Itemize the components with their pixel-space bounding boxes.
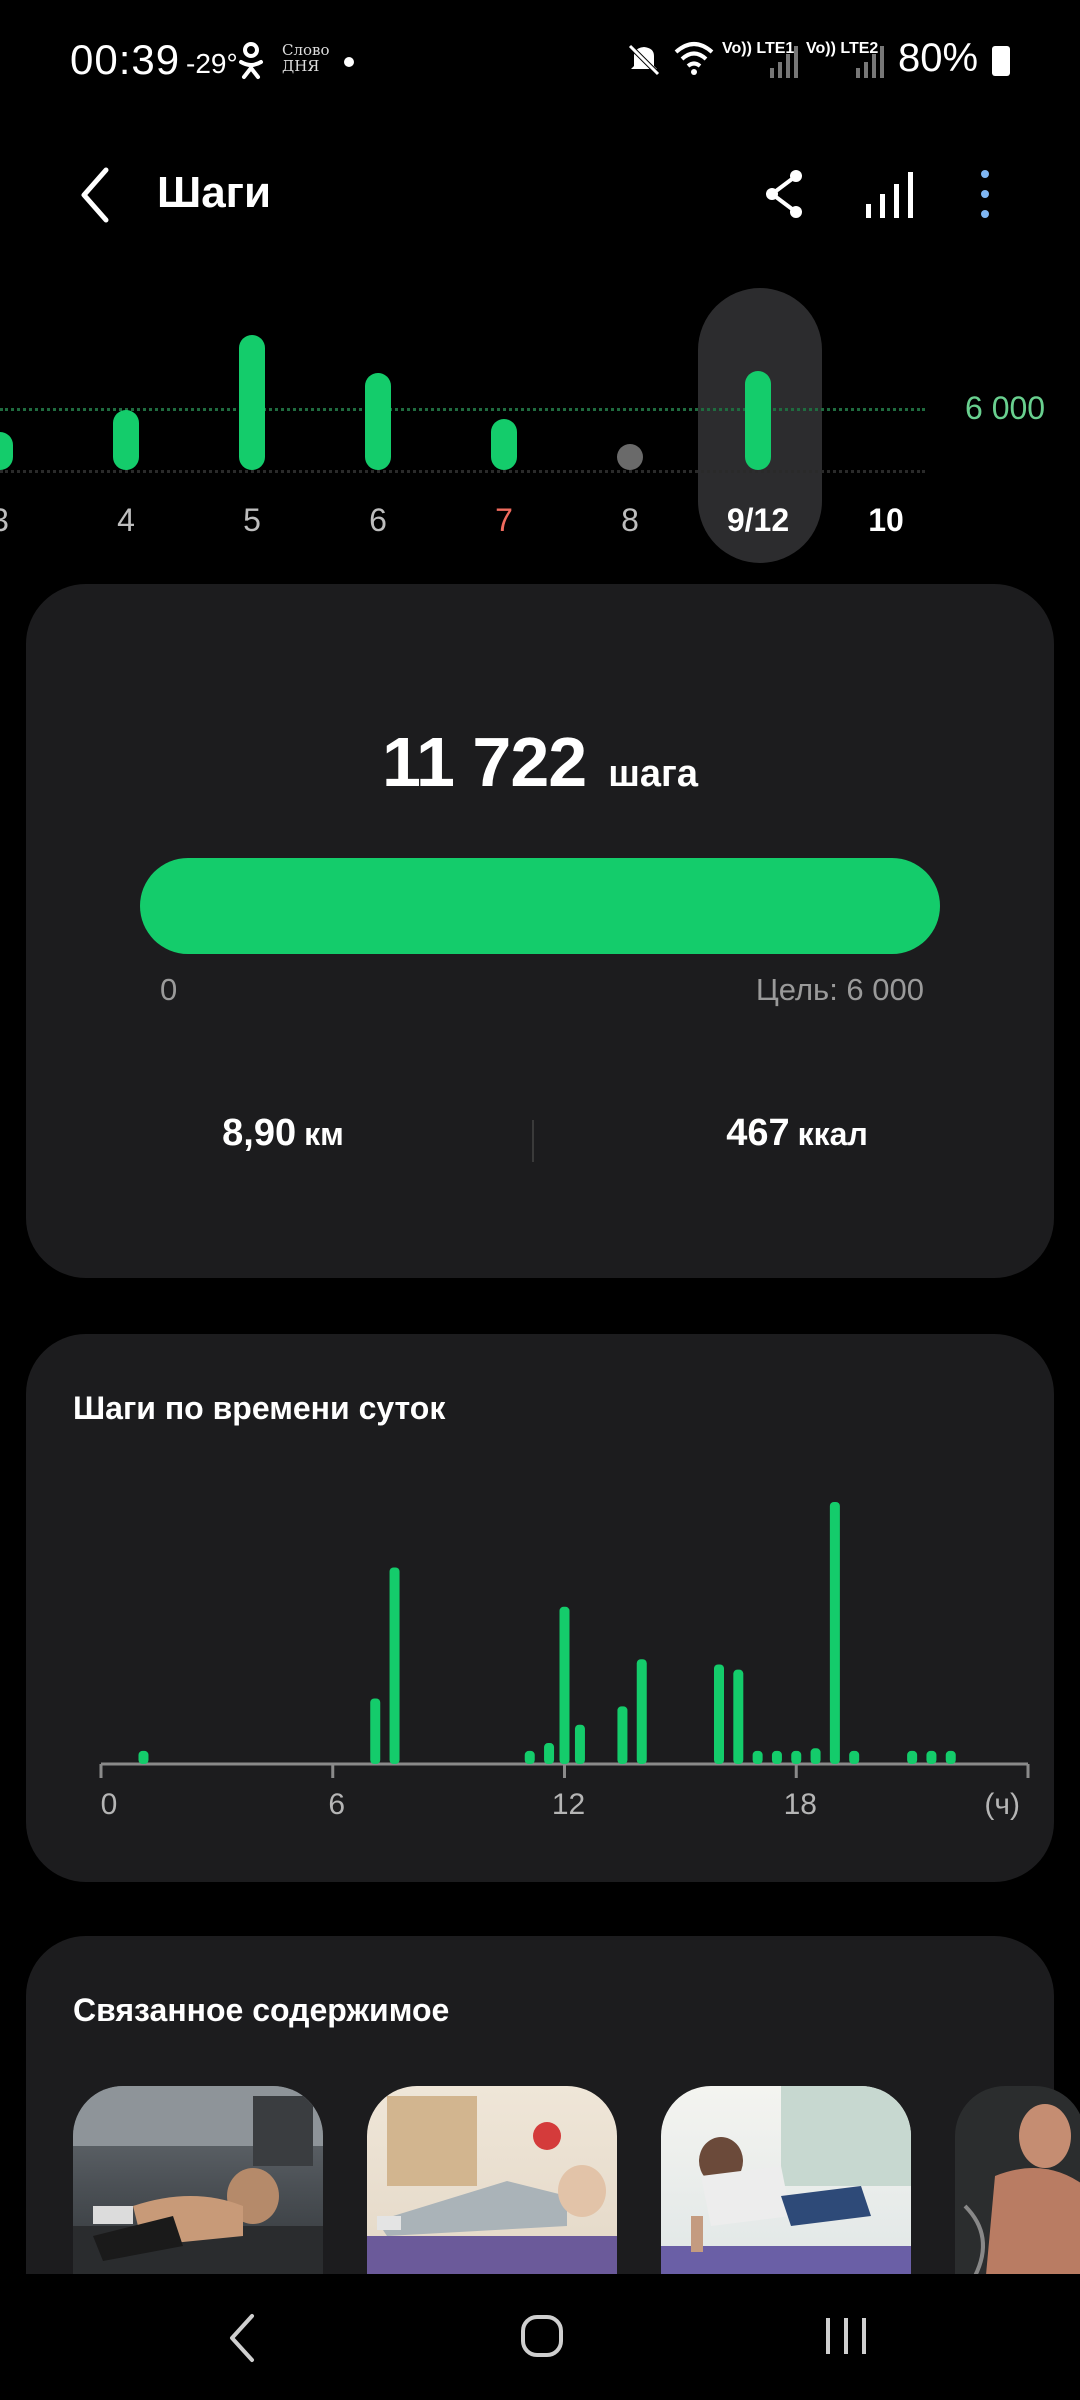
hour-bar (791, 1750, 802, 1764)
more-vert-icon[interactable] (960, 166, 1010, 222)
hour-bar (617, 1706, 628, 1764)
hour-bar (574, 1724, 585, 1764)
hour-bar (370, 1698, 381, 1764)
day-label-6[interactable]: 6 (328, 502, 428, 539)
baseline (0, 470, 925, 473)
day-label-5[interactable]: 5 (202, 502, 302, 539)
hour-bar (752, 1750, 763, 1764)
metric-divider (532, 1120, 534, 1162)
page-title: Шаги (157, 168, 272, 217)
news-line-2: ДНЯ (282, 57, 320, 75)
calories-value: 467 (726, 1112, 790, 1154)
status-time: 00:39 (70, 36, 181, 83)
steps-progress-bar (140, 858, 940, 954)
calories-metric: 467 ккал (540, 1112, 1054, 1155)
progress-min-label: 0 (160, 972, 178, 1007)
goal-line (0, 408, 925, 411)
hour-bar (389, 1567, 400, 1764)
hour-bar (138, 1750, 149, 1764)
wifi-icon (674, 42, 714, 75)
related-card-title: Связанное содержимое (73, 1992, 450, 2028)
bar-chart-icon[interactable] (862, 166, 918, 222)
hour-bar (714, 1664, 724, 1764)
day-bar-6[interactable] (365, 373, 391, 470)
workout-plank-thumb[interactable] (367, 2086, 617, 2286)
x-tick-label: 0 (101, 1788, 118, 1821)
notification-dot (344, 57, 354, 67)
anatomy-thumb[interactable] (955, 2086, 1080, 2286)
hour-bar (829, 1502, 840, 1764)
app-header: Шаги (0, 150, 1080, 240)
nav-home-icon[interactable] (520, 2314, 564, 2358)
hour-bar (733, 1669, 744, 1764)
day-bar-3[interactable] (0, 431, 13, 470)
x-tick-label: 18 (784, 1788, 817, 1821)
nav-recents-icon[interactable] (822, 2314, 870, 2358)
system-nav-bar (0, 2274, 1080, 2400)
hourly-card-title: Шаги по времени суток (73, 1390, 446, 1426)
hourly-steps-card[interactable]: Шаги по времени суток 0 6 12 18 (ч) (26, 1334, 1054, 1882)
hour-bar (945, 1750, 956, 1764)
day-label-3[interactable]: 3 (0, 502, 50, 539)
hour-bar (559, 1606, 570, 1764)
hour-bar (636, 1659, 647, 1764)
workout-mountain-climber-thumb[interactable] (661, 2086, 911, 2286)
calories-unit: ккал (797, 1116, 868, 1152)
day-label-8[interactable]: 8 (580, 502, 680, 539)
steps-summary-card: 11 722 шага 0 Цель: 6 000 8,90 км 467 ккал (26, 584, 1054, 1278)
hourly-steps-chart: 0 6 12 18 (ч) (99, 1502, 1030, 1821)
share-icon[interactable] (760, 166, 810, 222)
steps-total: 11 722 шага (26, 722, 1054, 802)
weekly-step-chart: 6 000 345678 9/12 10 (0, 280, 1080, 570)
distance-value: 8,90 (222, 1112, 297, 1154)
day-label-9-12[interactable]: 9/12 (708, 502, 808, 539)
hour-bar (810, 1748, 821, 1764)
back-icon[interactable] (70, 160, 120, 230)
day-bar-8[interactable] (617, 444, 643, 470)
day-bar-7[interactable] (491, 418, 517, 470)
hour-bar (524, 1750, 535, 1764)
day-label-4[interactable]: 4 (76, 502, 176, 539)
progress-goal-label: Цель: 6 000 (755, 972, 924, 1007)
distance-unit: км (304, 1116, 344, 1152)
status-temperature: -29° (186, 48, 238, 79)
day-bar-4[interactable] (113, 410, 139, 470)
day-label-7[interactable]: 7 (454, 502, 554, 539)
steps-unit: шага (608, 753, 699, 795)
nav-back-icon[interactable] (222, 2310, 262, 2366)
hour-bar (544, 1743, 555, 1764)
workout-crunches-thumb[interactable] (73, 2086, 323, 2286)
hour-bar (926, 1750, 937, 1764)
goal-label: 6 000 (965, 390, 1046, 426)
battery-icon (992, 46, 1010, 76)
day-label-10[interactable]: 10 (836, 502, 936, 539)
hour-bar (849, 1750, 860, 1764)
day-bar-9-12[interactable] (745, 370, 771, 470)
signal-icon-sim2 (856, 46, 884, 78)
odnoklassniki-icon (239, 42, 263, 79)
news-widget: Слово ДНЯ (282, 42, 330, 74)
x-tick-label: 12 (552, 1788, 585, 1821)
hour-bar (771, 1750, 782, 1764)
news-line-1: Слово (282, 41, 330, 59)
status-bar: 00:39 -29° Слово ДНЯ Vo)) LTE1 Vo)) LTE2… (0, 0, 1080, 120)
mute-icon (628, 44, 660, 76)
x-tick-label: 6 (328, 1788, 345, 1821)
hour-bar (907, 1750, 918, 1764)
x-tick-label: (ч) (984, 1788, 1020, 1821)
steps-count: 11 722 (381, 723, 587, 801)
day-bar-5[interactable] (239, 335, 265, 470)
distance-metric: 8,90 км (26, 1112, 540, 1155)
battery-percent: 80% (898, 36, 979, 80)
signal-icon-sim1 (770, 46, 798, 78)
